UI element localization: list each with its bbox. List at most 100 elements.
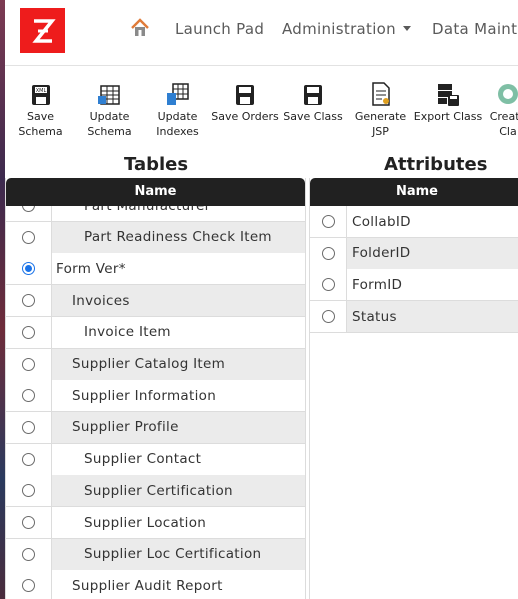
attribute-select-cell [310, 301, 347, 333]
attribute-radio-button[interactable] [321, 278, 335, 292]
tables-list: Part Manufacturer Part Readiness Check It… [6, 206, 305, 599]
row-radio-button[interactable] [22, 389, 35, 403]
table-row[interactable]: Supplier Information [6, 380, 305, 413]
nav-data-maint-label: Data Maint [432, 20, 518, 38]
row-name-label: Invoices [72, 292, 130, 309]
row-name-cell: Part Manufacturer [52, 206, 305, 221]
create-class-button[interactable]: Create Cla [483, 80, 518, 139]
svg-text:XML: XML [35, 88, 46, 94]
row-select-cell [6, 443, 52, 475]
row-radio-button[interactable] [22, 294, 35, 308]
row-radio-button[interactable] [22, 452, 35, 466]
row-name-cell: Part Readiness Check Item [52, 221, 305, 253]
home-icon[interactable] [130, 18, 150, 38]
row-select-cell [6, 206, 52, 221]
row-select-cell [6, 348, 52, 380]
attributes-name-header[interactable]: Name [310, 178, 518, 206]
row-select-cell [6, 285, 52, 317]
attribute-name-cell: FormID [347, 269, 518, 301]
table-row[interactable]: Supplier Location [6, 507, 305, 539]
row-radio-button[interactable] [22, 516, 35, 529]
attribute-radio-button[interactable] [321, 246, 335, 260]
attribute-select-cell [310, 206, 347, 237]
update-indexes-icon [166, 80, 190, 106]
row-name-cell: Supplier Location [52, 507, 305, 538]
nav-launch-pad-label: Launch Pad [175, 20, 265, 38]
row-radio-button[interactable] [22, 206, 35, 212]
table-row[interactable]: Form Ver* [6, 253, 305, 286]
row-radio-button[interactable] [22, 357, 35, 371]
row-name-cell: Supplier Certification [52, 475, 305, 507]
row-select-cell [6, 221, 52, 253]
save-class-label: Save Class [283, 110, 343, 123]
update-schema-label: Update Schema [87, 110, 132, 138]
row-name-cell: Supplier Catalog Item [52, 348, 305, 380]
create-class-label: Create Cla [489, 110, 518, 138]
update-schema-icon [97, 80, 122, 106]
generate-jsp-button[interactable]: Generate JSP [353, 80, 408, 139]
row-select-cell [6, 475, 52, 507]
tables-name-header[interactable]: Name [6, 178, 305, 206]
attribute-row[interactable]: Status [310, 301, 518, 334]
save-orders-button[interactable]: Save Orders [211, 80, 279, 124]
row-name-cell: Supplier Information [52, 380, 305, 412]
tables-panel: Name Part Manufacturer Part Readiness Che… [5, 178, 306, 599]
table-row[interactable]: Invoices [6, 285, 305, 318]
chevron-down-icon [402, 26, 411, 31]
update-indexes-button[interactable]: Update Indexes [150, 80, 205, 139]
export-class-button[interactable]: Export Class [413, 80, 483, 124]
row-name-label: Supplier Profile [72, 419, 179, 436]
row-radio-button[interactable] [22, 325, 35, 339]
table-row[interactable]: Supplier Audit Report [6, 570, 305, 599]
table-row[interactable]: Supplier Loc Certification [6, 538, 305, 571]
update-indexes-label: Update Indexes [156, 110, 199, 138]
nav-administration[interactable]: Administration [282, 20, 411, 38]
attribute-radio-button[interactable] [321, 215, 335, 228]
table-row[interactable]: Supplier Contact [6, 443, 305, 476]
row-select-cell [6, 380, 52, 412]
nav-launch-pad[interactable]: Launch Pad [175, 20, 264, 38]
table-row[interactable]: Supplier Profile [6, 411, 305, 444]
row-name-label: Supplier Loc Certification [84, 546, 262, 563]
generate-jsp-icon [371, 80, 391, 106]
row-name-label: Supplier Certification [84, 482, 233, 499]
nav-data-maint[interactable]: Data Maint [432, 20, 517, 38]
attribute-name-label: FormID [352, 276, 403, 293]
row-select-cell [6, 411, 52, 443]
row-name-cell: Invoices [52, 285, 305, 317]
row-name-label: Supplier Audit Report [72, 577, 223, 594]
row-name-label: Form Ver* [56, 260, 126, 277]
table-row[interactable]: Invoice Item [6, 316, 305, 349]
table-row[interactable]: Supplier Certification [6, 475, 305, 508]
attributes-panel: Name CollabID FolderID FormID Status [309, 178, 518, 599]
table-row[interactable]: Part Readiness Check Item [6, 221, 305, 254]
attributes-title: Attributes [384, 154, 488, 175]
row-radio-button[interactable] [22, 262, 35, 276]
attribute-row[interactable]: FormID [310, 269, 518, 302]
save-schema-button[interactable]: XML Save Schema [13, 80, 68, 139]
save-class-button[interactable]: Save Class [282, 80, 344, 124]
table-row[interactable]: Supplier Catalog Item [6, 348, 305, 381]
attribute-select-cell [310, 269, 347, 301]
row-radio-button[interactable] [22, 484, 35, 498]
row-radio-button[interactable] [22, 420, 35, 434]
attribute-name-cell: FolderID [347, 237, 518, 269]
row-radio-button[interactable] [22, 230, 35, 244]
row-select-cell [6, 538, 52, 570]
row-name-label: Supplier Information [72, 387, 217, 404]
attribute-name-label: Status [352, 308, 397, 325]
row-radio-button[interactable] [22, 579, 35, 593]
row-name-cell: Supplier Contact [52, 443, 305, 475]
attribute-radio-button[interactable] [321, 310, 335, 324]
attribute-row[interactable]: CollabID [310, 206, 518, 238]
save-schema-label: Save Schema [18, 110, 63, 138]
row-radio-button[interactable] [22, 547, 35, 561]
attribute-name-cell: CollabID [347, 206, 518, 237]
app-logo[interactable] [20, 8, 65, 53]
attributes-list: CollabID FolderID FormID Status [310, 206, 518, 599]
export-class-label: Export Class [413, 110, 483, 123]
table-row[interactable]: Part Manufacturer [6, 206, 305, 222]
attribute-row[interactable]: FolderID [310, 237, 518, 270]
attribute-name-label: CollabID [352, 213, 411, 230]
update-schema-button[interactable]: Update Schema [82, 80, 137, 139]
